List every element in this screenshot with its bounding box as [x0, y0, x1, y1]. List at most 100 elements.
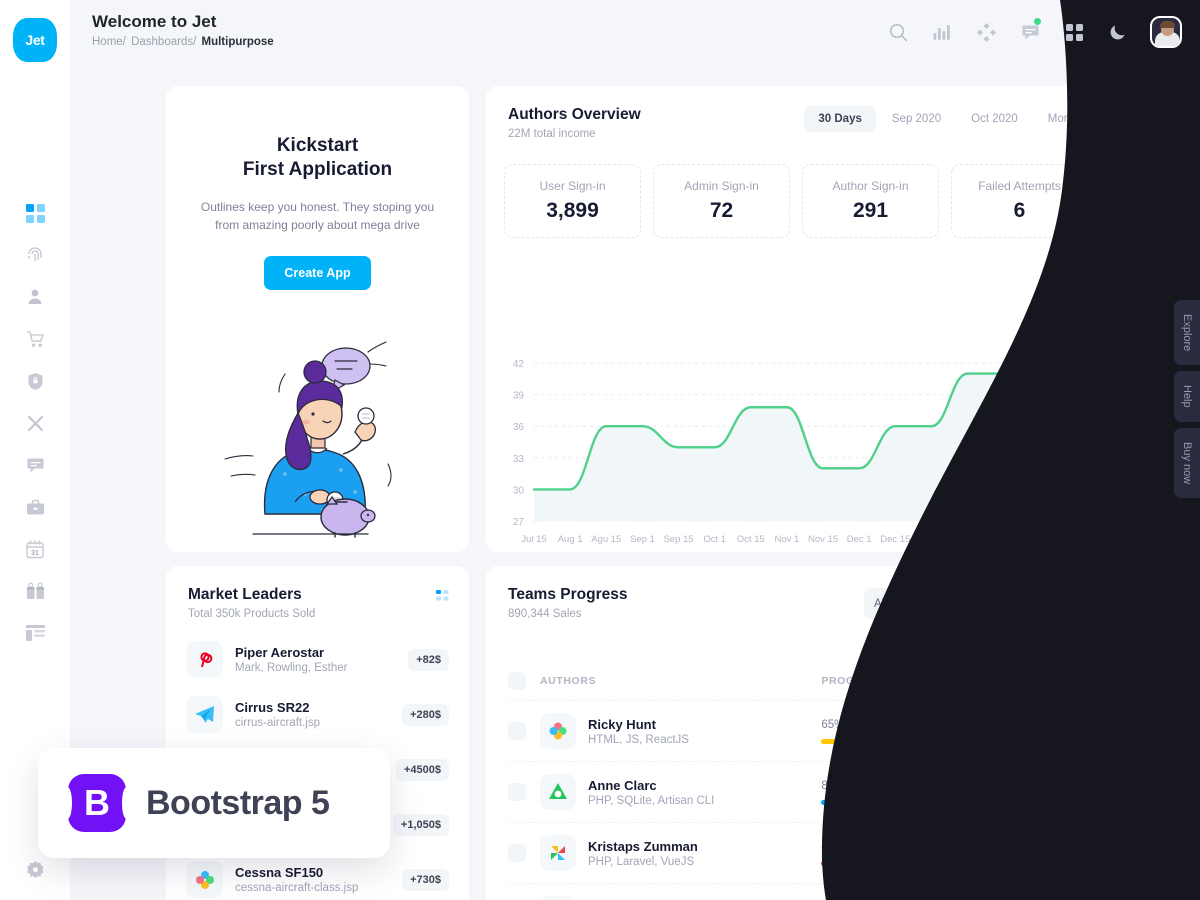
svg-text:36: 36: [513, 422, 525, 433]
stat-label: User Sign-in: [539, 179, 606, 193]
bar-chart-icon[interactable]: [930, 20, 954, 44]
breadcrumb: Home/ Dashboards/ Multipurpose: [92, 36, 276, 48]
grid-icon[interactable]: [1062, 20, 1086, 44]
row-checkbox[interactable]: [508, 722, 526, 740]
drive-icon: [540, 774, 576, 810]
author-tech: HTML, JS, ReactJS: [588, 733, 689, 746]
edge-tab-explore[interactable]: Explore: [1174, 300, 1200, 366]
sidebar-item-briefcase[interactable]: [18, 496, 52, 518]
breadcrumb-item-current: Multipurpose: [201, 36, 274, 48]
user-filter-select[interactable]: All Users: [864, 588, 972, 619]
sidebar-item-layout[interactable]: [18, 622, 52, 644]
tab-sep-2020[interactable]: Sep 2020: [878, 106, 955, 132]
breadcrumb-item-dashboards[interactable]: Dashboards/: [131, 36, 196, 48]
sidebar-item-cart[interactable]: [18, 328, 52, 350]
sidebar-settings[interactable]: [0, 861, 70, 882]
svg-text:42: 42: [513, 359, 525, 370]
user-filter-value: All Users: [874, 597, 921, 610]
stat-failed-attempts: Failed Attempts 6: [951, 164, 1088, 238]
stat-value: 291: [852, 199, 889, 222]
edge-tab-buy-now[interactable]: Buy now: [1174, 427, 1200, 499]
item-sub: Mark, Rowling, Esther: [235, 662, 348, 674]
table-row[interactable]: Ricky Hunt HTML, JS, ReactJS 65% View: [508, 700, 1084, 761]
progress-percent: 85%: [821, 779, 845, 792]
row-checkbox[interactable]: [508, 844, 526, 862]
teams-table: AUTHORS PROGRESS ACTION Ricky Hunt HTML,…: [486, 666, 1106, 900]
row-checkbox[interactable]: [508, 783, 526, 801]
item-amount: +1,050$: [392, 813, 449, 836]
sidebar-item-dashboard[interactable]: [18, 202, 52, 224]
sidebar-item-chat[interactable]: [18, 454, 52, 476]
moon-icon[interactable]: [1106, 20, 1130, 44]
svg-text:33: 33: [513, 454, 525, 465]
search-icon: [994, 598, 1005, 609]
sidebar-item-tools[interactable]: [18, 412, 52, 434]
sidebar-item-security[interactable]: [18, 370, 52, 392]
market-title: Market Leaders: [188, 586, 302, 603]
breadcrumb-item-home[interactable]: Home/: [92, 36, 126, 48]
tab-more[interactable]: More: [1034, 106, 1088, 132]
progress-fill: [821, 860, 890, 866]
edge-tab-help[interactable]: Help: [1174, 371, 1200, 422]
sidebar-item-user[interactable]: [18, 286, 52, 308]
kickstart-title: Kickstart First Application: [242, 135, 393, 180]
list-item[interactable]: Cessna SF150 cessna-aircraft-class.jsp +…: [186, 852, 449, 900]
dots-grid-icon[interactable]: [436, 590, 449, 608]
tab-30-days[interactable]: 30 Days: [804, 106, 876, 132]
authors-overview-card: Authors Overview 22M total income 30 Day…: [486, 86, 1106, 552]
authors-stats: User Sign-in 3,899 Admin Sign-in 72 Auth…: [486, 140, 1106, 238]
stat-admin-signin: Admin Sign-in 72: [653, 164, 790, 238]
author-tech: PHP, SQLite, Artisan CLI: [588, 794, 715, 807]
table-row[interactable]: Anne Clarc PHP, SQLite, Artisan CLI 85% …: [508, 761, 1084, 822]
table-row[interactable]: Natali Trump Python, ReactJS 71% View: [508, 883, 1084, 900]
teams-progress-card: Teams Progress 890,344 Sales All Users S…: [486, 566, 1106, 900]
bootstrap-badge: B Bootstrap 5: [38, 748, 390, 858]
search-icon[interactable]: [886, 20, 910, 44]
svg-text:Mar 1: Mar 1: [1064, 534, 1088, 545]
search-placeholder: Search: [1011, 597, 1048, 610]
svg-text:Jan 15: Jan 15: [953, 534, 982, 545]
sidebar-item-fingerprint[interactable]: [18, 244, 52, 266]
view-button[interactable]: View: [1031, 840, 1084, 866]
pinwheel-icon: [540, 835, 576, 871]
app-logo[interactable]: Jet: [13, 18, 57, 62]
svg-text:39: 39: [513, 391, 525, 402]
view-button[interactable]: View: [1031, 718, 1084, 744]
progress-bar: [821, 860, 967, 866]
view-button[interactable]: View: [1031, 779, 1084, 805]
sidebar-item-gifts[interactable]: [18, 580, 52, 602]
svg-text:Agu 15: Agu 15: [591, 534, 621, 545]
savings-illustration: [166, 314, 469, 544]
header-actions: [886, 16, 1182, 48]
bootstrap-logo-icon: B: [63, 774, 131, 832]
svg-text:27: 27: [513, 517, 525, 528]
create-app-button[interactable]: Create App: [264, 255, 371, 290]
sidebar-item-calendar[interactable]: 31: [18, 538, 52, 560]
bootstrap-letter: B: [84, 782, 110, 823]
column-authors: AUTHORS: [540, 675, 597, 687]
teams-controls: All Users Search: [864, 588, 1088, 619]
chat-icon[interactable]: [1018, 18, 1042, 44]
search-input[interactable]: Search: [984, 588, 1088, 619]
svg-text:31: 31: [31, 550, 39, 557]
list-item[interactable]: Cirrus SR22 cirrus-aircraft.jsp +280$: [186, 687, 449, 742]
tab-oct-2020[interactable]: Oct 2020: [957, 106, 1032, 132]
item-sub: cirrus-aircraft.jsp: [235, 717, 320, 729]
table-row[interactable]: Kristaps Zumman PHP, Laravel, VueJS 47% …: [508, 822, 1084, 883]
svg-text:Feb 15: Feb 15: [1025, 534, 1055, 545]
svg-text:Sep 15: Sep 15: [663, 534, 693, 545]
stat-label: Author Sign-in: [832, 179, 909, 193]
list-item[interactable]: Piper Aerostar Mark, Rowling, Esther +82…: [186, 632, 449, 687]
author-tech: PHP, Laravel, VueJS: [588, 855, 695, 868]
item-sub: cessna-aircraft-class.jsp: [235, 882, 359, 894]
stat-author-signin: Author Sign-in 291: [802, 164, 939, 238]
stat-value: 6: [1013, 199, 1026, 222]
avatar[interactable]: [1150, 16, 1182, 48]
stat-label: Admin Sign-in: [684, 179, 759, 193]
authors-range-tabs: 30 Days Sep 2020 Oct 2020 More: [804, 106, 1088, 132]
diamond-icon[interactable]: [974, 20, 998, 44]
balloon-icon: [540, 713, 576, 749]
table-header-row: AUTHORS PROGRESS ACTION: [508, 666, 1084, 700]
select-all-checkbox[interactable]: [508, 672, 526, 690]
column-progress: PROGRESS: [821, 675, 886, 687]
